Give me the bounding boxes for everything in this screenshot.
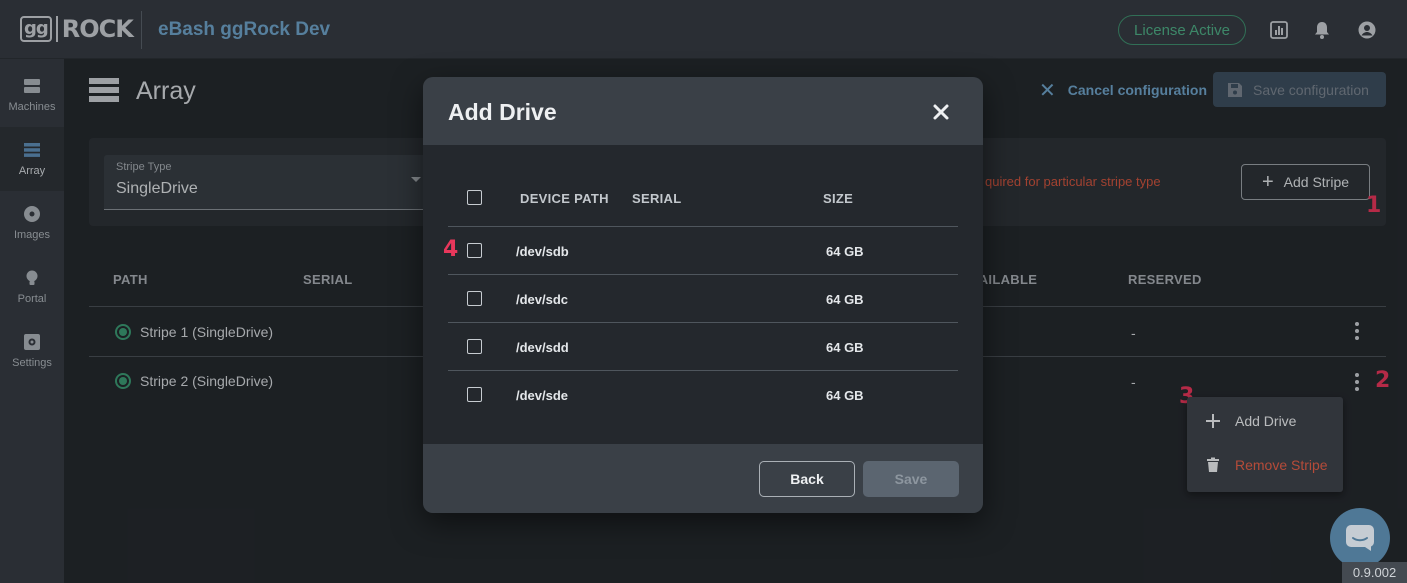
- drive-path: /dev/sde: [516, 388, 569, 403]
- column-header-size: SIZE: [823, 191, 854, 206]
- drive-checkbox[interactable]: [467, 339, 482, 354]
- version-label: 0.9.002: [1342, 562, 1407, 583]
- step-marker-4: 4: [443, 237, 459, 262]
- dialog-footer: Back Save: [423, 444, 983, 513]
- drive-path: /dev/sdd: [516, 340, 569, 355]
- chat-launcher-button[interactable]: [1330, 508, 1390, 568]
- drive-path: /dev/sdc: [516, 292, 569, 307]
- drive-size: 64 GB: [826, 292, 864, 307]
- back-button[interactable]: Back: [759, 461, 855, 497]
- select-all-checkbox[interactable]: [467, 190, 482, 205]
- save-button[interactable]: Save: [863, 461, 959, 497]
- dialog-header: Add Drive: [423, 77, 983, 145]
- dialog-table-divider: [448, 226, 958, 227]
- drive-checkbox[interactable]: [467, 243, 482, 258]
- dialog-title: Add Drive: [448, 99, 557, 125]
- dialog-row-divider: [448, 274, 958, 275]
- column-header-serial: SERIAL: [632, 191, 682, 206]
- dialog-row-divider: [448, 322, 958, 323]
- drive-path: /dev/sdb: [516, 244, 569, 259]
- chat-icon: [1346, 525, 1374, 551]
- drive-size: 64 GB: [826, 388, 864, 403]
- close-icon[interactable]: [930, 101, 952, 123]
- drive-size: 64 GB: [826, 340, 864, 355]
- drive-checkbox[interactable]: [467, 291, 482, 306]
- dialog-row-divider: [448, 370, 958, 371]
- add-drive-dialog: Add Drive DEVICE PATH SERIAL SIZE 4 /dev…: [423, 77, 983, 513]
- drive-size: 64 GB: [826, 244, 864, 259]
- column-header-device-path: DEVICE PATH: [520, 191, 609, 206]
- drive-checkbox[interactable]: [467, 387, 482, 402]
